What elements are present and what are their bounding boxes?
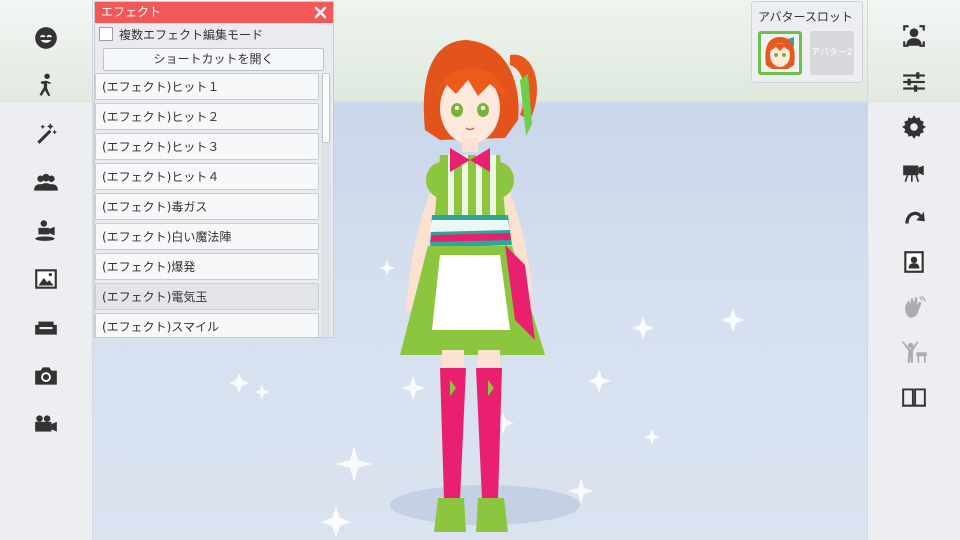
3d-viewport[interactable]: エフェクト 複数エフェクト編集モード ショートカットを開く (エフェクト)ヒット… xyxy=(0,0,960,540)
effect-item-smile[interactable]: (エフェクト)スマイル xyxy=(95,313,319,337)
movie-camera-icon[interactable] xyxy=(894,152,934,192)
multi-edit-label: 複数エフェクト編集モード xyxy=(119,27,264,42)
effect-item-hit3[interactable]: (エフェクト)ヒット３ xyxy=(95,133,319,160)
effect-panel: エフェクト 複数エフェクト編集モード ショートカットを開く (エフェクト)ヒット… xyxy=(94,1,334,338)
effect-list[interactable]: (エフェクト)ヒット１ (エフェクト)ヒット２ (エフェクト)ヒット３ (エフェ… xyxy=(95,73,333,337)
sliders-icon[interactable] xyxy=(894,62,934,102)
gear-icon[interactable] xyxy=(894,107,934,147)
camera-icon[interactable] xyxy=(26,356,66,396)
effect-item-explosion[interactable]: (エフェクト)爆発 xyxy=(95,253,319,280)
scrollbar-thumb[interactable] xyxy=(322,73,330,143)
effect-panel-header: エフェクト xyxy=(95,2,333,23)
multi-edit-toggle[interactable]: 複数エフェクト編集モード xyxy=(99,26,263,42)
avatar-character[interactable] xyxy=(340,20,610,540)
effect-item-white-magic-circle[interactable]: (エフェクト)白い魔法陣 xyxy=(95,223,319,250)
left-sidebar xyxy=(0,0,93,540)
close-icon[interactable] xyxy=(312,4,329,21)
avatar-thumbnail xyxy=(761,34,799,72)
sofa-icon[interactable] xyxy=(26,307,66,347)
effect-item-poison-gas[interactable]: (エフェクト)毒ガス xyxy=(95,193,319,220)
video-camera-icon[interactable] xyxy=(26,404,66,444)
camera-stage-icon[interactable] xyxy=(26,210,66,250)
right-sidebar xyxy=(867,0,960,540)
effect-item-hit4[interactable]: (エフェクト)ヒット４ xyxy=(95,163,319,190)
effect-list-scrollbar[interactable] xyxy=(321,73,331,337)
effect-item-electric-ball[interactable]: (エフェクト)電気玉 xyxy=(95,283,319,310)
open-shortcut-button[interactable]: ショートカットを開く xyxy=(103,48,324,71)
magic-wand-icon[interactable] xyxy=(26,113,66,153)
effect-item-hit2[interactable]: (エフェクト)ヒット２ xyxy=(95,103,319,130)
person-frame-icon[interactable] xyxy=(894,16,934,56)
portrait-icon[interactable] xyxy=(894,242,934,282)
redo-icon[interactable] xyxy=(894,197,934,237)
avatar-slot-2[interactable]: アバター2 xyxy=(810,31,854,75)
effect-panel-title: エフェクト xyxy=(101,5,162,19)
face-icon[interactable] xyxy=(26,18,66,58)
book-icon[interactable] xyxy=(894,377,934,417)
image-icon[interactable] xyxy=(26,259,66,299)
effect-item-hit1[interactable]: (エフェクト)ヒット１ xyxy=(95,73,319,100)
avatar-slot-1[interactable] xyxy=(758,31,802,75)
pose-icon[interactable] xyxy=(26,65,66,105)
group-icon[interactable] xyxy=(26,162,66,202)
avatar-slot-title: アバタースロット xyxy=(758,10,853,24)
multi-edit-checkbox[interactable] xyxy=(99,27,113,41)
avatar-slot-panel: アバタースロット アバター2 xyxy=(751,1,863,83)
cheer-icon[interactable] xyxy=(894,332,934,372)
wave-hand-icon[interactable] xyxy=(894,287,934,327)
